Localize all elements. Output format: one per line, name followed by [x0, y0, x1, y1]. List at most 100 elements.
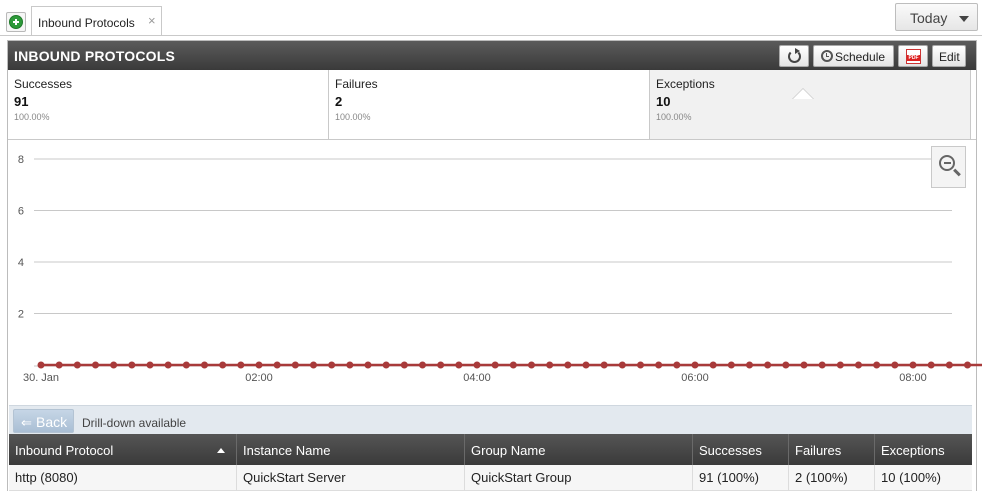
data-point: [927, 361, 935, 369]
summary-label: Successes: [14, 77, 73, 91]
panel-header: INBOUND PROTOCOLS Schedule Edit: [8, 41, 976, 70]
summary-percent: 100.00%: [335, 112, 371, 122]
column-label: Successes: [699, 443, 762, 458]
chevron-down-icon: [959, 16, 969, 22]
column-label: Instance Name: [243, 443, 331, 458]
pdf-export-button[interactable]: [898, 45, 928, 67]
data-point: [909, 361, 917, 369]
summary-row: Successes 91 100.00% Failures 2 100.00% …: [8, 70, 976, 140]
summary-percent: 100.00%: [656, 112, 692, 122]
data-point: [746, 361, 753, 369]
back-button[interactable]: ⇐ Back: [13, 409, 74, 433]
data-point: [55, 361, 63, 369]
schedule-button[interactable]: Schedule: [813, 45, 894, 67]
data-point: [164, 361, 172, 369]
period-dropdown[interactable]: Today: [895, 3, 978, 31]
data-point: [691, 361, 699, 369]
summary-label: Exceptions: [656, 77, 715, 91]
data-point: [382, 361, 390, 369]
add-tab-button[interactable]: [6, 12, 26, 32]
data-point: [709, 361, 717, 369]
data-point: [582, 361, 590, 369]
refresh-button[interactable]: [779, 45, 809, 67]
pdf-icon: [906, 49, 921, 64]
cell-text: 10 (100%): [881, 470, 941, 485]
selection-pointer: [793, 89, 813, 99]
column-inbound-protocol[interactable]: Inbound Protocol: [9, 434, 237, 465]
summary-failures[interactable]: Failures 2 100.00%: [329, 70, 650, 139]
x-tick-label: 02:00: [245, 372, 273, 384]
data-point: [201, 361, 208, 369]
cell-successes: 91 (100%): [693, 465, 789, 491]
data-point: [655, 361, 663, 369]
cell-text: QuickStart Server: [243, 470, 346, 485]
data-point: [255, 361, 263, 369]
column-instance-name[interactable]: Instance Name: [237, 434, 465, 465]
edit-button[interactable]: Edit: [932, 45, 966, 67]
cell-text: http (8080): [15, 470, 78, 485]
y-tick-label: 4: [18, 257, 24, 269]
data-point: [782, 361, 790, 369]
data-point: [110, 361, 118, 369]
data-point: [891, 361, 899, 369]
data-point: [219, 361, 227, 369]
data-point: [310, 361, 317, 369]
data-point: [964, 361, 971, 369]
y-tick-label: 2: [18, 309, 24, 321]
data-point: [491, 361, 499, 369]
column-successes[interactable]: Successes: [693, 434, 789, 465]
column-group-name[interactable]: Group Name: [465, 434, 693, 465]
cell-text: QuickStart Group: [471, 470, 572, 485]
data-point: [727, 361, 735, 369]
tab-strip: Inbound Protocols × Today: [0, 0, 982, 36]
period-dropdown-label: Today: [910, 10, 948, 26]
column-label: Inbound Protocol: [15, 443, 114, 458]
y-tick-label: 8: [18, 154, 24, 166]
clock-icon: [821, 50, 833, 62]
close-icon[interactable]: ×: [148, 13, 156, 28]
column-failures[interactable]: Failures: [789, 434, 875, 465]
data-point: [364, 361, 372, 369]
data-point: [328, 361, 336, 369]
y-tick-label: 6: [18, 206, 24, 218]
cell-inbound-protocol: http (8080): [9, 465, 237, 491]
data-point: [855, 361, 862, 369]
zoom-out-icon: [939, 155, 955, 171]
tab-inbound-protocols[interactable]: Inbound Protocols ×: [31, 6, 162, 36]
data-point: [564, 361, 572, 369]
data-point: [873, 361, 881, 369]
table-row[interactable]: http (8080) QuickStart Server QuickStart…: [9, 465, 972, 491]
zoom-out-button[interactable]: [931, 146, 966, 188]
summary-value: 10: [656, 94, 671, 109]
cell-text: 91 (100%): [699, 470, 759, 485]
data-point: [673, 361, 681, 369]
data-point: [800, 361, 808, 369]
data-point: [509, 361, 517, 369]
column-label: Exceptions: [881, 443, 945, 458]
summary-exceptions[interactable]: Exceptions 10 100.00%: [650, 70, 971, 139]
data-point: [291, 361, 299, 369]
table-header: Inbound Protocol Instance Name Group Nam…: [9, 434, 972, 465]
x-tick-label: 30. Jan: [23, 372, 59, 384]
data-point: [546, 361, 554, 369]
tabstrip-divider: [0, 35, 982, 36]
data-point: [764, 361, 772, 369]
refresh-icon: [788, 48, 801, 63]
data-point: [618, 361, 626, 369]
data-point: [419, 361, 426, 369]
summary-value: 2: [335, 94, 343, 109]
summary-label: Failures: [335, 77, 378, 91]
data-point: [637, 361, 644, 369]
data-point: [92, 361, 99, 369]
back-label: Back: [36, 414, 68, 430]
column-exceptions[interactable]: Exceptions: [875, 434, 972, 465]
data-point: [346, 361, 354, 369]
column-label: Failures: [795, 443, 842, 458]
data-point: [818, 361, 826, 369]
summary-percent: 100.00%: [14, 112, 50, 122]
plus-circle-icon: [9, 15, 23, 29]
summary-successes[interactable]: Successes 91 100.00%: [8, 70, 329, 139]
summary-value: 91: [14, 94, 29, 109]
panel-title: INBOUND PROTOCOLS: [14, 48, 176, 64]
data-point: [455, 361, 463, 369]
